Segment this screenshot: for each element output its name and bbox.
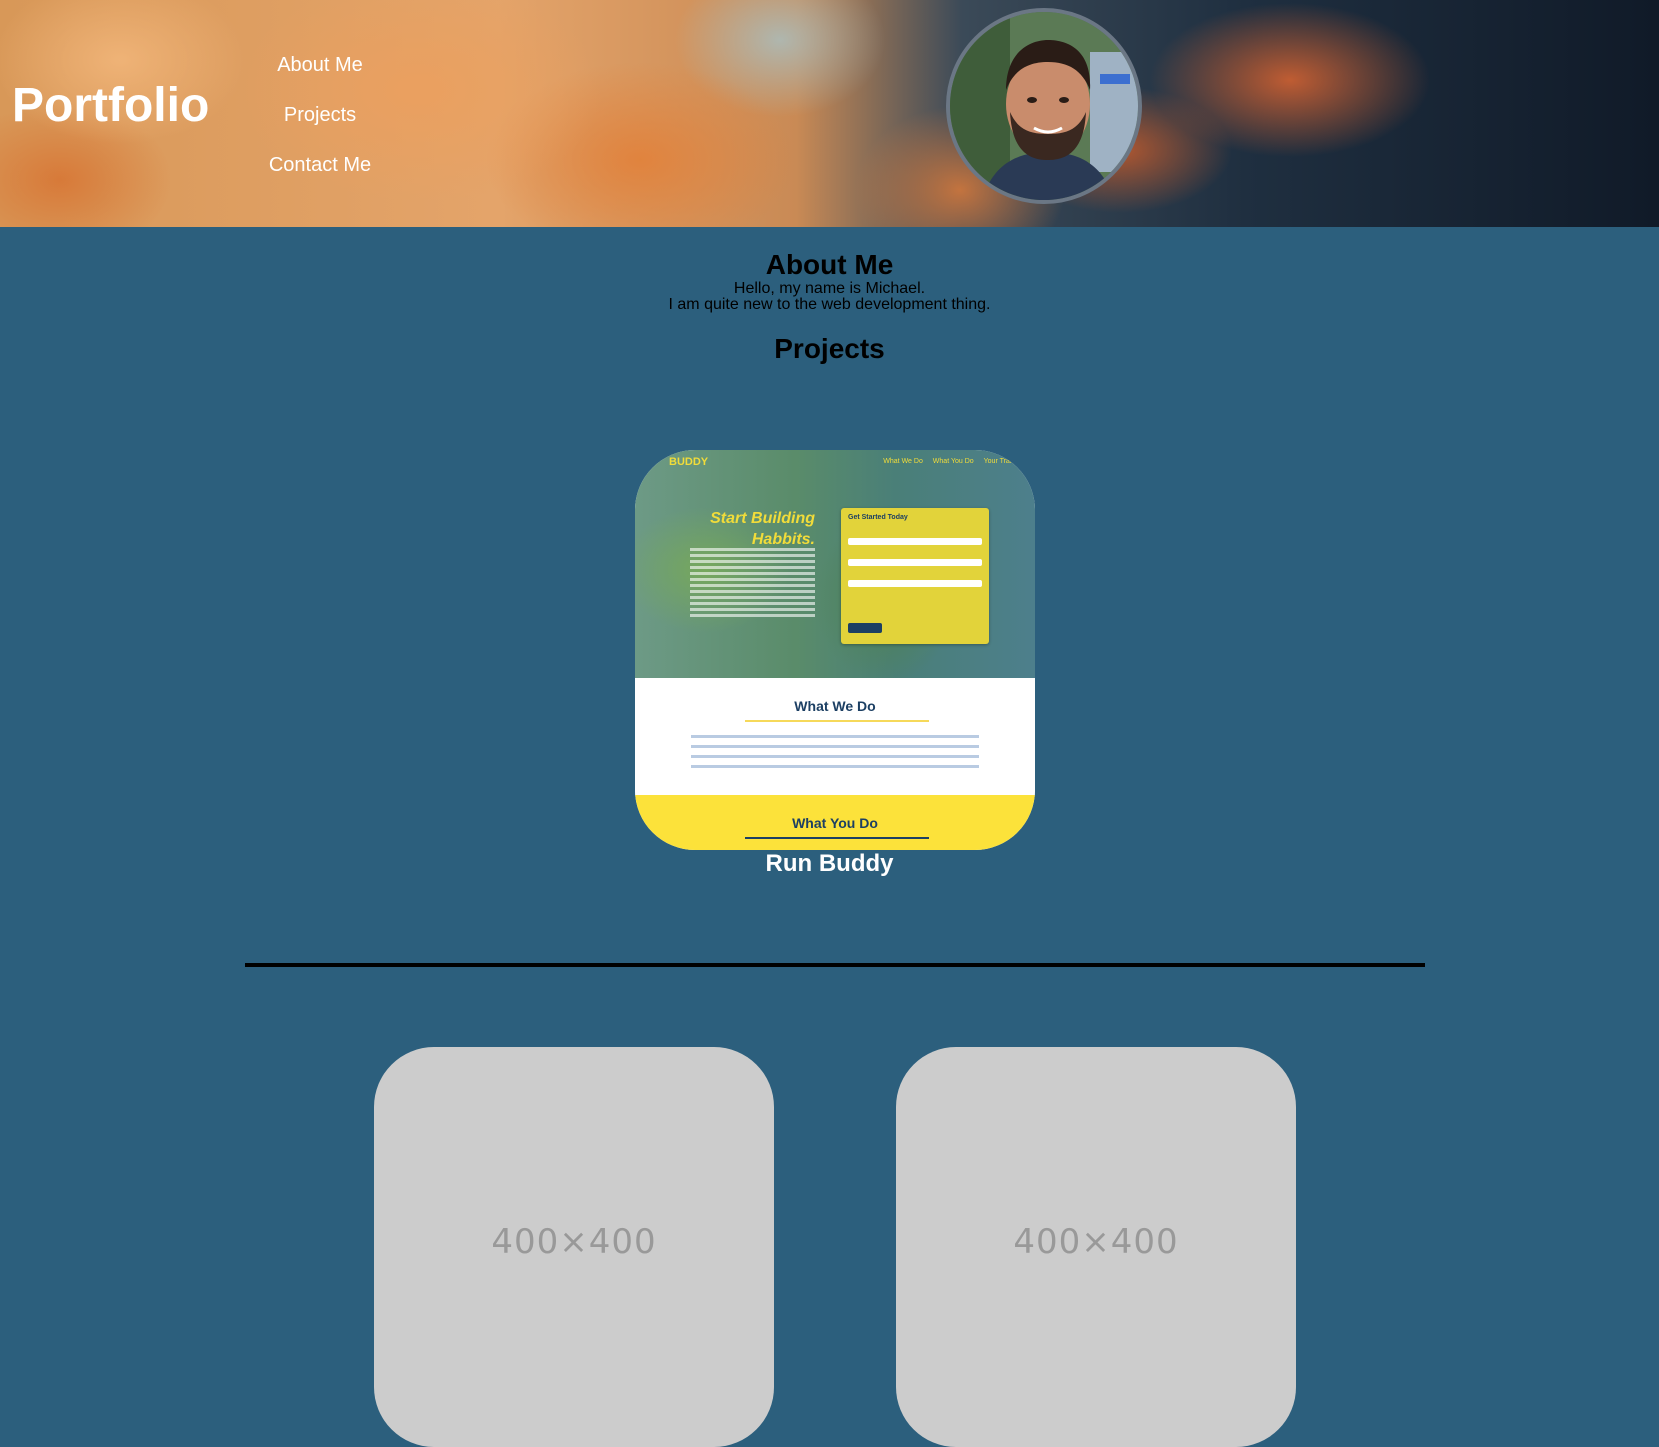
project-preview-nav-item: What You Do (932, 458, 974, 465)
projects-heading: Projects (774, 333, 885, 364)
project-preview-headline: Start Building Habbits. (710, 510, 815, 548)
project-preview-nav-item: Your Trainers (983, 458, 1025, 465)
project-preview-section-title: What We Do (794, 698, 876, 714)
project-preview-form-title: Get Started Today (848, 514, 908, 521)
placeholder-size-label: 400×400 (1013, 1222, 1179, 1262)
site-header: Portfolio About Me Projects Contact Me (0, 0, 1659, 227)
project-preview-rule (745, 837, 929, 839)
project-card-run-buddy[interactable]: BUDDY What We Do What You Do Your Traine… (635, 450, 1035, 850)
project-preview-form-field (848, 559, 982, 566)
about-line-2: I am quite new to the web development th… (668, 296, 991, 313)
project-preview-form-field (848, 538, 982, 545)
project-preview-form-button (848, 623, 882, 633)
project-placeholder-image[interactable]: 400×400 (374, 1047, 774, 1447)
project-preview-section-title: What You Do (792, 815, 878, 831)
project-preview-form: Get Started Today (841, 508, 989, 644)
profile-photo (946, 8, 1142, 204)
project-placeholder-image[interactable]: 400×400 (896, 1047, 1296, 1447)
about-line-1: Hello, my name is Michael. (733, 280, 926, 297)
nav-link-about-me[interactable]: About Me (260, 40, 380, 90)
project-preview-blurb (690, 548, 815, 620)
about-heading: About Me (765, 249, 894, 280)
placeholder-size-label: 400×400 (491, 1222, 657, 1262)
project-preview-nav-item: What We Do (883, 458, 923, 465)
profile-photo-illustration (950, 12, 1138, 200)
project-preview-brand: BUDDY (669, 456, 709, 468)
project-preview-text (691, 735, 979, 775)
nav-link-contact-me[interactable]: Contact Me (260, 140, 380, 190)
project-preview-nav: What We Do What You Do Your Trainers (875, 458, 1025, 465)
site-title: Portfolio (12, 79, 210, 132)
main-nav: About Me Projects Contact Me (260, 40, 380, 190)
nav-link-projects[interactable]: Projects (260, 90, 380, 140)
project-preview-form-field (848, 580, 982, 587)
main-content: About Me Hello, my name is Michael. I am… (0, 227, 1659, 1447)
project-preview-hero: BUDDY What We Do What You Do Your Traine… (635, 450, 1035, 678)
section-divider (245, 963, 1425, 967)
project-preview-rule (745, 720, 929, 722)
project-name-run-buddy[interactable]: Run Buddy (0, 850, 1659, 878)
